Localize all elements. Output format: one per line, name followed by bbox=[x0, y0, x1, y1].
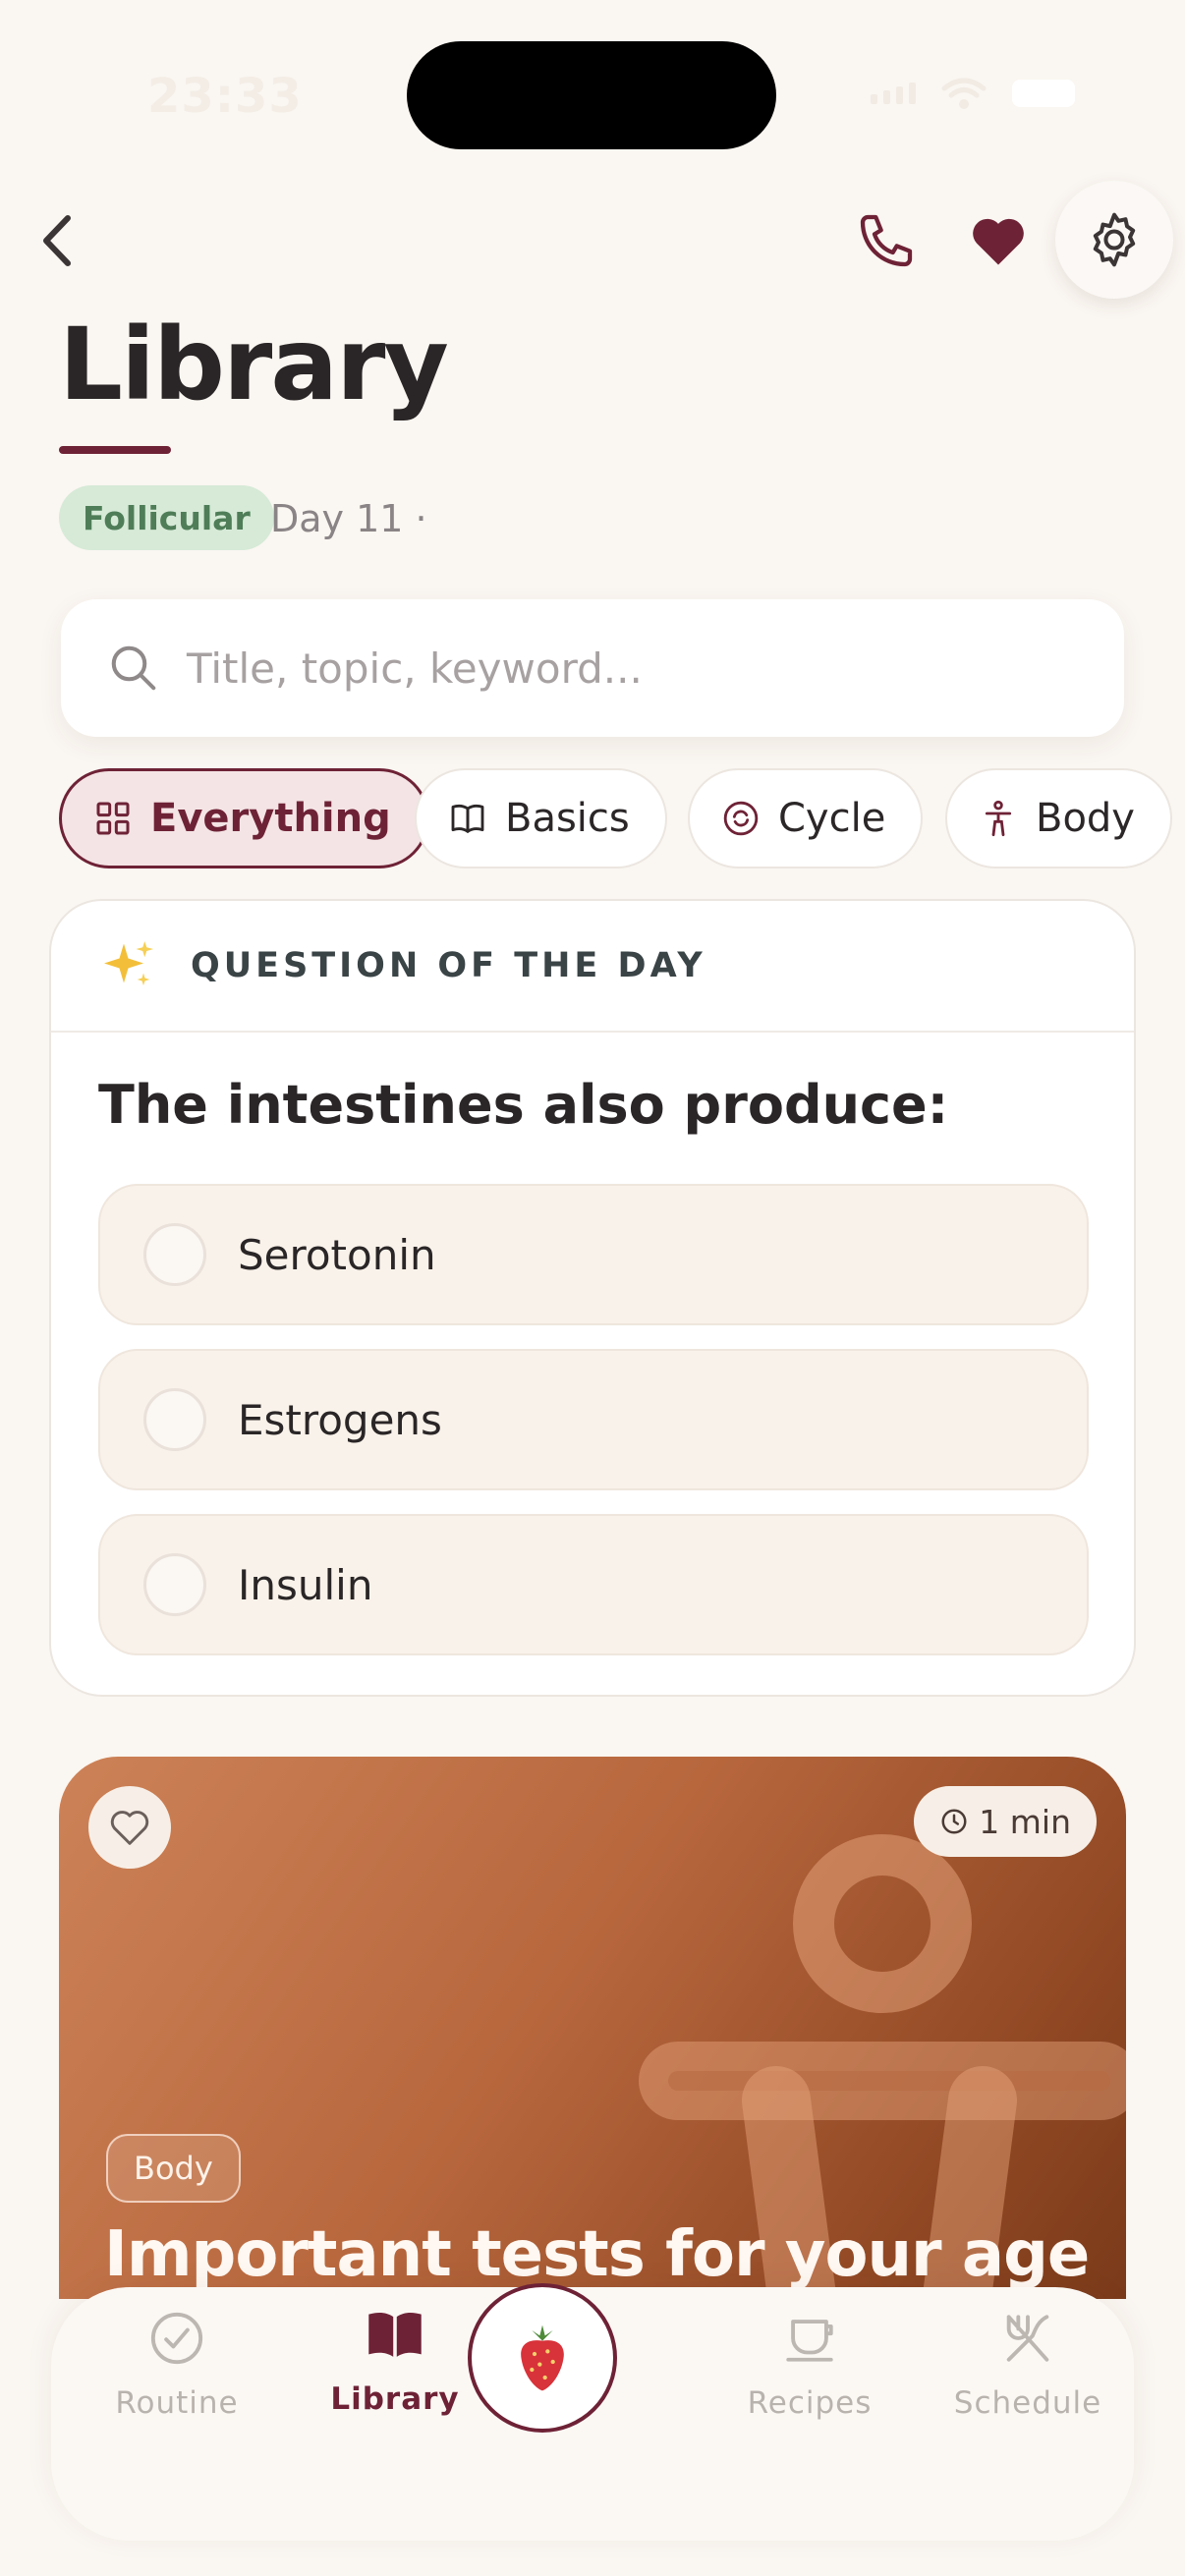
radio-button[interactable] bbox=[143, 1553, 206, 1616]
quick-log-button[interactable] bbox=[468, 2283, 617, 2433]
favorites-button[interactable] bbox=[959, 201, 1038, 280]
read-time-label: 1 min bbox=[979, 1802, 1071, 1841]
cup-icon bbox=[778, 2307, 841, 2370]
gear-icon bbox=[1093, 212, 1136, 267]
favorite-button[interactable] bbox=[88, 1786, 171, 1869]
cycle-phase-badge: Follicular bbox=[59, 485, 274, 550]
filter-chip-label: Body bbox=[1036, 796, 1135, 841]
search-placeholder: Title, topic, keyword... bbox=[187, 644, 643, 693]
filter-chip-label: Basics bbox=[505, 796, 630, 841]
filter-chip-everything[interactable]: Everything bbox=[59, 768, 429, 868]
tab-label: Library bbox=[330, 2381, 460, 2417]
filter-chip-label: Everything bbox=[150, 796, 391, 841]
search-icon bbox=[104, 639, 163, 698]
answer-option-label: Insulin bbox=[238, 1560, 373, 1609]
clock-icon bbox=[941, 1809, 967, 1834]
call-button[interactable] bbox=[847, 201, 926, 280]
article-title: Important tests for your age bbox=[104, 2218, 1090, 2291]
article-category-tag: Body bbox=[106, 2134, 241, 2203]
tab-routine[interactable]: Routine bbox=[88, 2307, 265, 2421]
search-input[interactable]: Title, topic, keyword... bbox=[61, 599, 1124, 737]
settings-button[interactable] bbox=[1055, 181, 1173, 299]
filter-chip-body[interactable]: Body bbox=[945, 768, 1172, 868]
question-card-title: QUESTION OF THE DAY bbox=[191, 946, 706, 985]
question-of-the-day-card: QUESTION OF THE DAY The intestines also … bbox=[49, 899, 1136, 1697]
signal-icon bbox=[871, 83, 916, 104]
tab-schedule[interactable]: Schedule bbox=[939, 2307, 1116, 2421]
status-indicators bbox=[871, 77, 1075, 110]
question-text: The intestines also produce: bbox=[98, 1074, 949, 1136]
radio-button[interactable] bbox=[143, 1388, 206, 1451]
cycle-day-label: Day 11 · bbox=[270, 497, 427, 540]
answer-option-label: Estrogens bbox=[238, 1395, 442, 1444]
back-button[interactable] bbox=[29, 206, 85, 275]
radio-button[interactable] bbox=[143, 1223, 206, 1286]
chevron-left-icon bbox=[43, 215, 71, 266]
heart-filled-icon bbox=[973, 218, 1024, 265]
tab-library[interactable]: Library bbox=[307, 2303, 483, 2417]
grid-icon bbox=[91, 797, 135, 840]
battery-icon bbox=[1012, 80, 1075, 107]
title-underline bbox=[59, 446, 171, 454]
status-time: 23:33 bbox=[147, 69, 303, 124]
page-title: Library bbox=[59, 307, 449, 423]
question-card-header: QUESTION OF THE DAY bbox=[51, 901, 1134, 1033]
sparkles-icon bbox=[98, 935, 159, 996]
body-icon bbox=[977, 797, 1020, 840]
strawberry-icon bbox=[521, 2324, 564, 2391]
read-time-badge: 1 min bbox=[914, 1786, 1097, 1857]
tab-recipes[interactable]: Recipes bbox=[721, 2307, 898, 2421]
answer-option-label: Serotonin bbox=[238, 1230, 436, 1279]
wifi-icon bbox=[941, 78, 987, 109]
answer-option[interactable]: Insulin bbox=[98, 1514, 1089, 1655]
answer-option[interactable]: Estrogens bbox=[98, 1349, 1089, 1490]
utensils-icon bbox=[996, 2307, 1059, 2370]
tab-label: Recipes bbox=[747, 2385, 873, 2421]
tab-label: Schedule bbox=[953, 2385, 1102, 2421]
filter-chip-basics[interactable]: Basics bbox=[415, 768, 667, 868]
check-circle-icon bbox=[145, 2307, 208, 2370]
filter-chip-label: Cycle bbox=[778, 796, 886, 841]
cycle-icon bbox=[719, 797, 762, 840]
book-open-icon bbox=[446, 797, 489, 840]
answer-option[interactable]: Serotonin bbox=[98, 1184, 1089, 1325]
phone-icon bbox=[860, 214, 913, 267]
book-icon bbox=[364, 2303, 426, 2366]
tab-label: Routine bbox=[115, 2385, 239, 2421]
dynamic-island bbox=[407, 41, 776, 149]
heart-outline-icon bbox=[110, 1811, 149, 1845]
filter-chip-cycle[interactable]: Cycle bbox=[688, 768, 924, 868]
article-card[interactable]: 1 min Body Important tests for your age bbox=[59, 1757, 1126, 2307]
